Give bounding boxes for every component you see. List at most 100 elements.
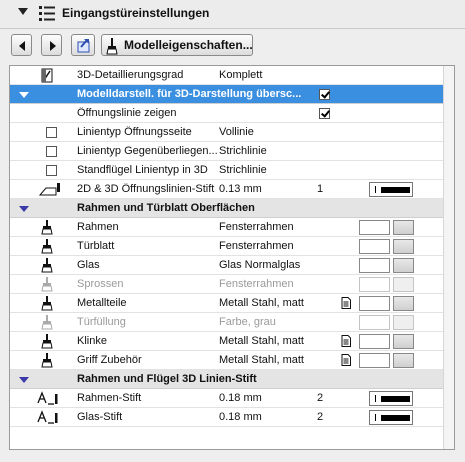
- document-icon[interactable]: [341, 297, 351, 309]
- group-label: Rahmen und Türblatt Oberflächen: [77, 202, 255, 214]
- row-surface-handle[interactable]: Klinke Metall Stahl, matt: [10, 332, 443, 351]
- row-label: 2D & 3D Öffnungslinien-Stift: [77, 183, 215, 195]
- row-label: Rahmen-Stift: [77, 392, 142, 404]
- surface-swatch[interactable]: [359, 353, 390, 368]
- surface-color-swatch[interactable]: [393, 220, 414, 235]
- surface-swatch[interactable]: [359, 334, 390, 349]
- pen-line-icon: [38, 183, 60, 196]
- checkbox[interactable]: [46, 146, 57, 157]
- collapse-triangle-icon[interactable]: [18, 8, 28, 15]
- row-override-3d-model-display[interactable]: Modelldarstell. für 3D-Darstellung übers…: [10, 85, 443, 104]
- row-value[interactable]: Komplett: [219, 69, 319, 81]
- row-label: Metallteile: [77, 297, 127, 309]
- row-label: Standflügel Linientyp in 3D: [77, 164, 208, 176]
- pen-number[interactable]: 1: [317, 183, 337, 195]
- surface-color-swatch: [393, 315, 414, 330]
- row-value[interactable]: 0.18 mm: [219, 392, 319, 404]
- row-label: Glas: [77, 259, 100, 271]
- surface-swatch[interactable]: [359, 239, 390, 254]
- row-label: Sprossen: [77, 278, 124, 290]
- row-linetype-opening-side[interactable]: Linientyp Öffnungsseite Vollinie: [10, 123, 443, 142]
- expand-triangle-icon[interactable]: [19, 92, 29, 98]
- row-surface-door-leaf[interactable]: Türblatt Fensterrahmen: [10, 237, 443, 256]
- surface-swatch[interactable]: [359, 220, 390, 235]
- row-value[interactable]: Fensterrahmen: [219, 240, 319, 252]
- row-glass-pen[interactable]: Glas-Stift 0.18 mm 2: [10, 408, 443, 427]
- panel-title: Eingangstüreinstellungen: [62, 6, 210, 20]
- pen-weight-swatch[interactable]: [369, 391, 413, 406]
- expand-triangle-icon[interactable]: [19, 377, 29, 383]
- row-surface-frame[interactable]: Rahmen Fensterrahmen: [10, 218, 443, 237]
- row-value[interactable]: Metall Stahl, matt: [219, 335, 319, 347]
- checkbox[interactable]: [319, 89, 330, 100]
- row-frame-pen[interactable]: Rahmen-Stift 0.18 mm 2: [10, 389, 443, 408]
- row-value: Farbe, grau: [219, 316, 276, 328]
- surface-swatch[interactable]: [359, 258, 390, 273]
- surface-color-swatch: [393, 277, 414, 292]
- row-linetype-opposite[interactable]: Linientyp Gegenüberliegen... Strichlinie: [10, 142, 443, 161]
- favorites-button[interactable]: [71, 34, 95, 56]
- paintbrush-icon: [41, 277, 53, 292]
- pen-weight-swatch[interactable]: [369, 410, 413, 425]
- row-surface-metal-parts[interactable]: Metallteile Metall Stahl, matt: [10, 294, 443, 313]
- detail-level-icon: [41, 68, 53, 83]
- checkbox[interactable]: [319, 108, 330, 119]
- row-opening-line-pen[interactable]: 2D & 3D Öffnungslinien-Stift 0.13 mm 1: [10, 180, 443, 199]
- previous-button[interactable]: [11, 34, 32, 56]
- paintbrush-icon: [41, 296, 53, 311]
- pen-text-icon: [37, 391, 58, 405]
- surface-color-swatch[interactable]: [393, 353, 414, 368]
- row-value[interactable]: Metall Stahl, matt: [219, 354, 319, 366]
- row-value[interactable]: Vollinie: [219, 126, 319, 138]
- document-icon[interactable]: [341, 335, 351, 347]
- arrow-right-icon: [50, 41, 56, 51]
- row-3d-detail-level[interactable]: 3D-Detaillierungsgrad Komplett: [10, 66, 443, 85]
- arrow-left-icon: [19, 41, 25, 51]
- row-surface-door-panel: Türfüllung Farbe, grau: [10, 313, 443, 332]
- toolbar: Modelleigenschaften...: [0, 30, 465, 60]
- checkbox[interactable]: [46, 127, 57, 138]
- model-properties-button[interactable]: Modelleigenschaften...: [101, 34, 253, 56]
- pen-weight-swatch[interactable]: [369, 182, 413, 197]
- surface-color-swatch[interactable]: [393, 334, 414, 349]
- row-value[interactable]: Strichlinie: [219, 164, 319, 176]
- row-label: Klinke: [77, 335, 107, 347]
- row-value[interactable]: 0.18 mm: [219, 411, 319, 423]
- row-fixed-leaf-linetype-3d[interactable]: Standflügel Linientyp in 3D Strichlinie: [10, 161, 443, 180]
- row-value[interactable]: Glas Normalglas: [219, 259, 319, 271]
- paintbrush-icon: [106, 38, 118, 55]
- row-label: Türfüllung: [77, 316, 126, 328]
- checkbox[interactable]: [46, 165, 57, 176]
- model-properties-label: Modelleigenschaften...: [124, 38, 253, 52]
- document-icon[interactable]: [341, 354, 351, 366]
- row-label: Griff Zubehör: [77, 354, 142, 366]
- pen-number[interactable]: 2: [317, 411, 337, 423]
- row-label: Türblatt: [77, 240, 115, 252]
- group-frame-leaf-3d-pens[interactable]: Rahmen und Flügel 3D Linien-Stift: [10, 370, 443, 389]
- surface-color-swatch[interactable]: [393, 296, 414, 311]
- pen-text-icon: [37, 410, 58, 424]
- row-value[interactable]: Fensterrahmen: [219, 221, 319, 233]
- paintbrush-icon: [41, 220, 53, 235]
- row-surface-glass[interactable]: Glas Glas Normalglas: [10, 256, 443, 275]
- expand-triangle-icon[interactable]: [19, 206, 29, 212]
- row-surface-grip-accessory[interactable]: Griff Zubehör Metall Stahl, matt: [10, 351, 443, 370]
- row-surface-muntins: Sprossen Fensterrahmen: [10, 275, 443, 294]
- property-grid: 3D-Detaillierungsgrad Komplett Modelldar…: [9, 65, 455, 450]
- surface-swatch: [359, 315, 390, 330]
- row-value[interactable]: Metall Stahl, matt: [219, 297, 319, 309]
- next-button[interactable]: [41, 34, 62, 56]
- row-value[interactable]: Strichlinie: [219, 145, 319, 157]
- row-show-opening-line[interactable]: Öffnungslinie zeigen: [10, 104, 443, 123]
- row-label: Modelldarstell. für 3D-Darstellung übers…: [77, 88, 302, 100]
- surface-swatch[interactable]: [359, 296, 390, 311]
- panel-header[interactable]: Eingangstüreinstellungen: [0, 0, 465, 28]
- surface-color-swatch[interactable]: [393, 239, 414, 254]
- pen-number[interactable]: 2: [317, 392, 337, 404]
- vertical-scrollbar[interactable]: [443, 66, 454, 449]
- favorite-export-icon: [77, 39, 90, 53]
- surface-color-swatch[interactable]: [393, 258, 414, 273]
- row-value[interactable]: 0.13 mm: [219, 183, 319, 195]
- group-frame-leaf-surfaces[interactable]: Rahmen und Türblatt Oberflächen: [10, 199, 443, 218]
- divider: [0, 28, 465, 29]
